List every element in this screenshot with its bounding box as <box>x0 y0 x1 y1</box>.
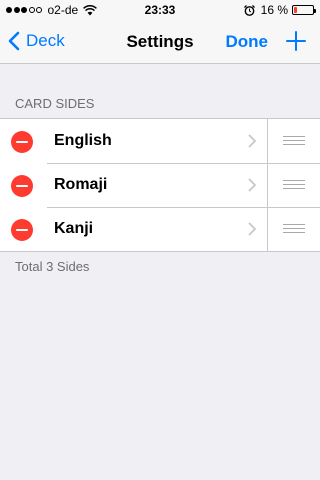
navigation-bar: Deck Settings Done <box>0 20 320 64</box>
chevron-right-icon <box>248 134 256 148</box>
done-button[interactable]: Done <box>226 32 269 52</box>
status-bar: o2-de 23:33 16 % <box>0 0 320 20</box>
battery-percent: 16 % <box>260 3 288 17</box>
card-sides-list: English Romaji Kanji <box>0 118 320 252</box>
reorder-handle-icon[interactable] <box>283 136 305 146</box>
list-item-label: Romaji <box>54 176 108 193</box>
plus-icon[interactable] <box>286 31 306 51</box>
battery-icon <box>292 5 316 15</box>
reorder-handle-icon[interactable] <box>283 224 305 234</box>
list-item[interactable]: English <box>0 119 320 163</box>
section-footer: Total 3 Sides <box>15 259 90 274</box>
list-item[interactable]: Kanji <box>0 207 320 251</box>
reorder-separator <box>267 163 268 207</box>
list-item-label: Kanji <box>54 220 94 237</box>
delete-minus-icon[interactable] <box>11 219 33 241</box>
alarm-clock-icon <box>243 4 255 16</box>
reorder-separator <box>267 119 268 163</box>
list-item-label: English <box>54 132 112 149</box>
reorder-separator <box>267 207 268 251</box>
status-right: 16 % <box>243 3 316 17</box>
reorder-handle-icon[interactable] <box>283 180 305 190</box>
back-button[interactable]: Deck <box>8 31 65 51</box>
delete-minus-icon[interactable] <box>11 175 33 197</box>
chevron-left-icon <box>8 31 20 51</box>
section-header: CARD SIDES <box>15 96 95 111</box>
chevron-right-icon <box>248 178 256 192</box>
delete-minus-icon[interactable] <box>11 131 33 153</box>
battery-level <box>294 7 297 13</box>
chevron-right-icon <box>248 222 256 236</box>
back-button-label: Deck <box>26 31 65 50</box>
list-item[interactable]: Romaji <box>0 163 320 207</box>
battery-tip <box>314 9 316 13</box>
